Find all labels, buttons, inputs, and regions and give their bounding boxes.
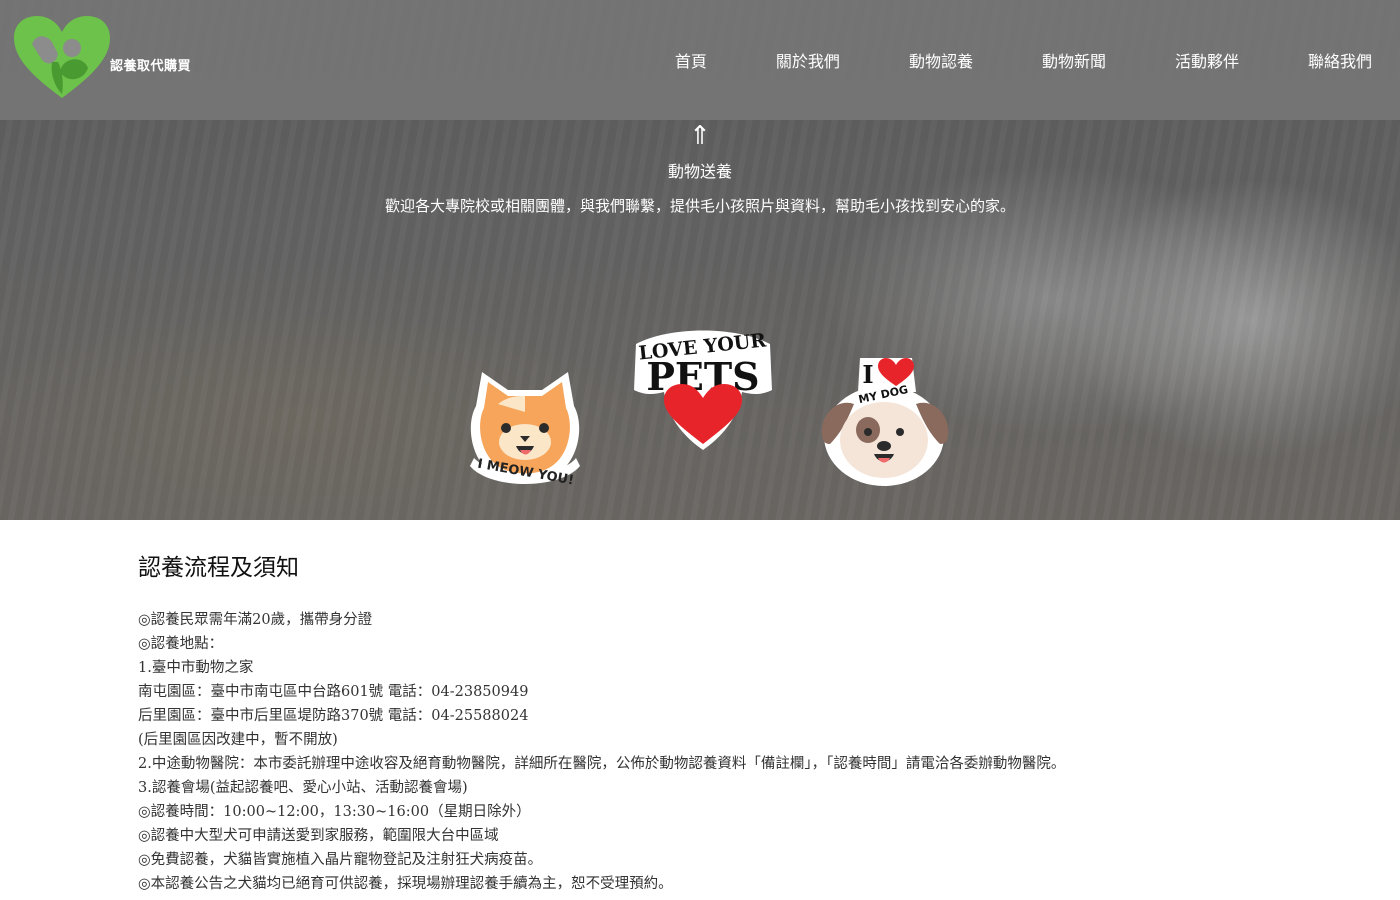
note-line: 3.認養會場(益起認養吧、愛心小站、活動認養會場) [138, 780, 468, 796]
note-line: ◎認養民眾需年滿20歲，攜帶身分證 [138, 612, 373, 628]
note-line: ◎免費認養，犬貓皆實施植入晶片寵物登記及注射狂犬病疫苗。 [138, 852, 543, 868]
note-line: ◎認養地點： [138, 636, 224, 652]
section-title: 認養流程及須知 [138, 555, 299, 581]
hero-description: 歡迎各大專院校或相關團體，與我們聯繫，提供毛小孩照片與資料，幫助毛小孩找到安心的… [384, 197, 1015, 215]
site-header: 認養取代購買 首頁 關於我們 動物認養 動物新聞 活動夥伴 聯絡我們 [0, 0, 1400, 120]
note-line: 后里園區：臺中市后里區堤防路370號 電話：04-25588024 [138, 708, 529, 724]
logo-text[interactable]: 認養取代購買 [110, 55, 191, 74]
hero-content: ⇑ 動物送養 歡迎各大專院校或相關團體，與我們聯繫，提供毛小孩照片與資料，幫助毛… [0, 120, 1400, 216]
dog-sticker-i: I [862, 360, 873, 389]
love-your-pets-sticker: LOVE YOUR PETS [634, 329, 772, 450]
note-line: ◎認養中大型犬可申請送愛到家服務，範圍限大台中區域 [138, 828, 499, 844]
double-up-arrow-icon[interactable]: ⇑ [0, 122, 1400, 150]
nav-contact[interactable]: 聯絡我們 [1308, 48, 1372, 72]
love-sticker-line2: PETS [646, 354, 759, 399]
note-line: 1.臺中市動物之家 [138, 660, 254, 676]
adoption-section: 認養流程及須知 ◎認養民眾需年滿20歲，攜帶身分證 ◎認養地點： 1.臺中市動物… [138, 548, 1288, 896]
note-line: ◎認養時間：10:00~12:00，13:30~16:00（星期日除外） [138, 804, 531, 820]
nav-home[interactable]: 首頁 [675, 48, 707, 72]
cat-sticker: I MEOW YOU! [470, 372, 580, 488]
nav-adoption[interactable]: 動物認養 [909, 48, 973, 72]
nav-partners[interactable]: 活動夥伴 [1175, 48, 1239, 72]
main-nav: 首頁 關於我們 動物認養 動物新聞 活動夥伴 聯絡我們 [675, 48, 1372, 72]
note-line: 南屯園區：臺中市南屯區中台路601號 電話：04-23850949 [138, 684, 529, 700]
note-line: ◎本認養公告之犬貓均已絕育可供認養，採現場辦理認養手續為主，恕不受理預約。 [138, 876, 673, 892]
nav-about[interactable]: 關於我們 [776, 48, 840, 72]
dog-sticker: I MY DOG [821, 358, 949, 486]
adoption-notes: ◎認養民眾需年滿20歲，攜帶身分證 ◎認養地點： 1.臺中市動物之家 南屯園區：… [138, 608, 1288, 896]
logo[interactable] [12, 14, 112, 100]
hero-title: 動物送養 [667, 162, 732, 181]
nav-news[interactable]: 動物新聞 [1042, 48, 1106, 72]
note-line: (后里園區因改建中，暫不開放) [138, 732, 338, 748]
note-line: 2.中途動物醫院：本市委託辦理中途收容及絕育動物醫院，詳細所在醫院，公佈於動物認… [138, 756, 1066, 772]
